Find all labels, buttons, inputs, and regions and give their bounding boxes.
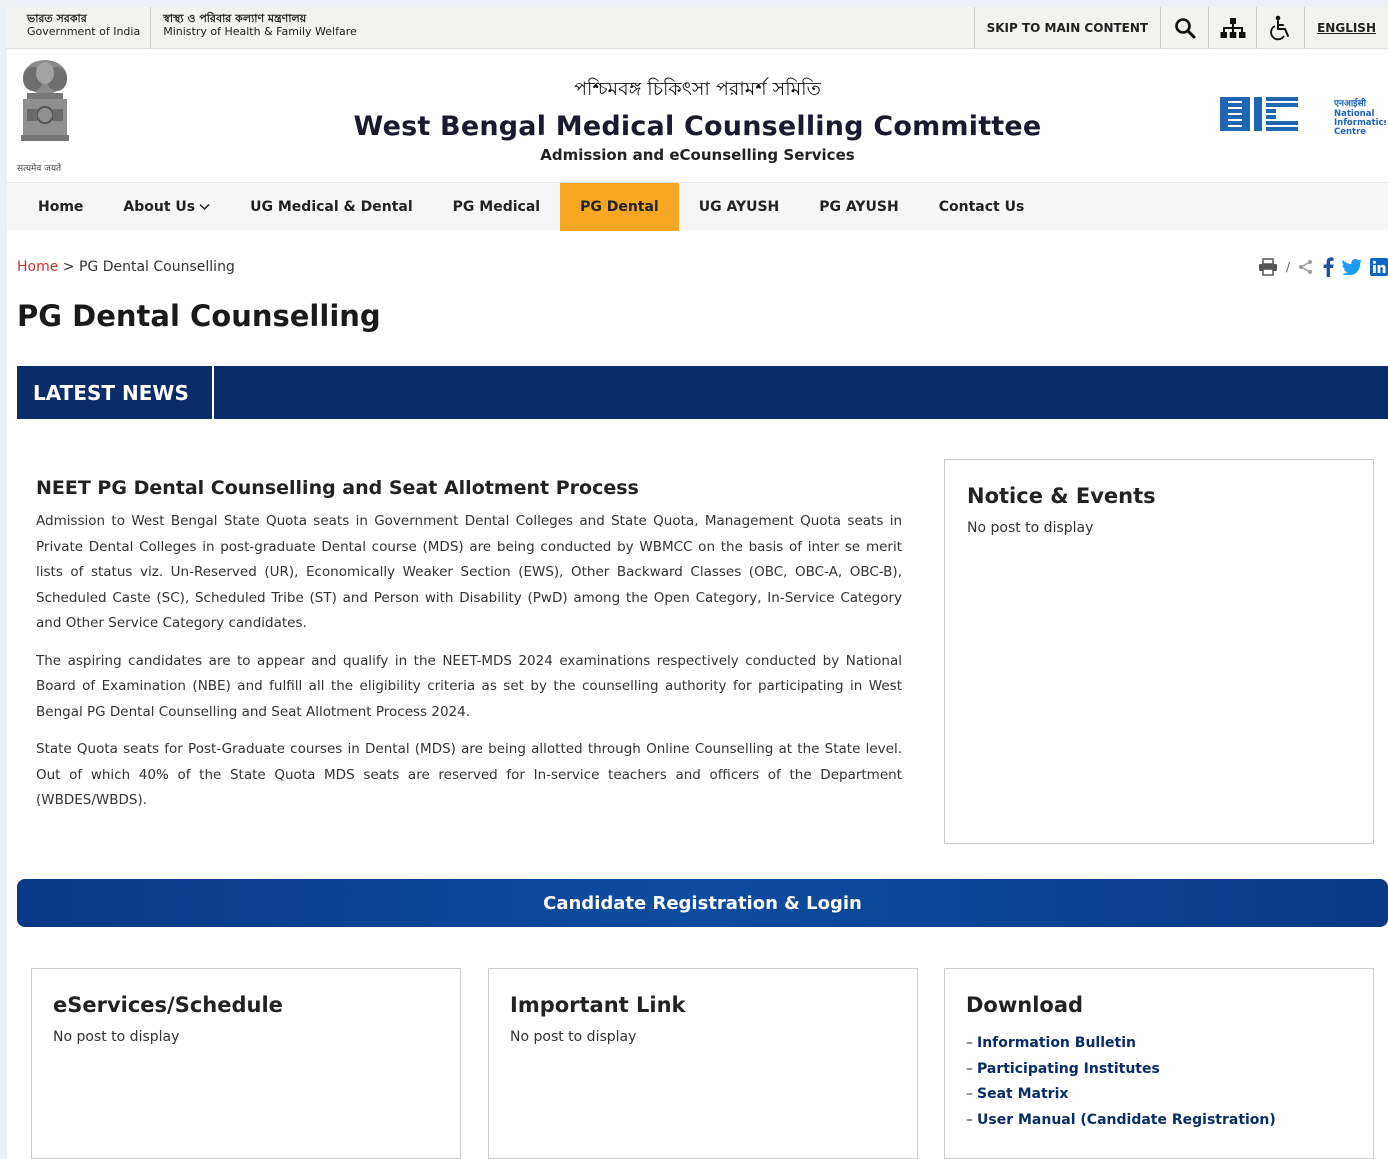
breadcrumb-home[interactable]: Home <box>17 259 58 275</box>
ministry-bn: স্বাস্থ্য ও পরিবার কল্যাণ মন্ত্রণালয় <box>163 12 307 25</box>
chevron-down-icon <box>199 203 210 211</box>
gov-of-india[interactable]: ভারত সরকার Government of India <box>7 7 150 49</box>
search-icon <box>1174 18 1196 39</box>
article-paragraph: Admission to West Bengal State Quota sea… <box>36 513 902 631</box>
eservices-card: eServices/Schedule No post to display <box>31 968 461 1159</box>
download-list: – Information Bulletin – Participating Ins… <box>966 1031 1352 1133</box>
download-link: Seat Matrix <box>977 1086 1069 1102</box>
download-link: Information Bulletin <box>977 1035 1136 1051</box>
breadcrumb: Home > PG Dental Counselling <box>17 259 235 275</box>
download-item-user-manual[interactable]: – User Manual (Candidate Registration) <box>966 1108 1352 1134</box>
candidate-registration-button[interactable]: Candidate Registration & Login <box>17 879 1388 927</box>
site-subtitle: Admission and eCounselling Services <box>540 146 855 164</box>
share-tools: / <box>1258 257 1388 277</box>
nav-pg-ayush[interactable]: PG AYUSH <box>799 183 918 231</box>
eservices-empty: No post to display <box>53 1029 180 1045</box>
eservices-title: eServices/Schedule <box>53 993 283 1017</box>
download-title: Download <box>966 993 1084 1017</box>
nic-centre: Centre <box>1334 127 1366 137</box>
list-dash: – <box>966 1086 973 1102</box>
article-heading: NEET PG Dental Counselling and Seat Allo… <box>36 477 639 499</box>
important-link-empty: No post to display <box>510 1029 637 1045</box>
print-separator: / <box>1285 260 1290 274</box>
nic-logo[interactable]: एनआईसी National Informatics Centre <box>1216 89 1388 139</box>
gov-bar: ভারত সরকার Government of India স্বাস্থ্য… <box>7 7 1388 49</box>
ministry-en: Ministry of Health & Family Welfare <box>163 25 357 38</box>
notice-events-title: Notice & Events <box>967 484 1156 508</box>
important-link-title: Important Link <box>510 993 686 1017</box>
nav-contact-us[interactable]: Contact Us <box>919 183 1045 231</box>
download-link: User Manual (Candidate Registration) <box>977 1111 1276 1128</box>
notice-events-empty: No post to display <box>967 520 1094 536</box>
accessibility-icon <box>1269 15 1289 41</box>
site-title[interactable]: West Bengal Medical Counselling Committe… <box>7 111 1388 142</box>
article-paragraph: State Quota seats for Post-Graduate cour… <box>36 741 902 808</box>
nav-pg-medical[interactable]: PG Medical <box>433 183 560 231</box>
important-link-card: Important Link No post to display <box>488 968 918 1159</box>
download-item-information-bulletin[interactable]: – Information Bulletin <box>966 1031 1352 1057</box>
ministry[interactable]: স্বাস্থ্য ও পরিবার কল্যাণ মন্ত্রণালয় Mi… <box>150 7 367 49</box>
download-item-seat-matrix[interactable]: – Seat Matrix <box>966 1082 1352 1108</box>
download-card: Download – Information Bulletin – Particip… <box>944 968 1374 1159</box>
nav-ug-ayush[interactable]: UG AYUSH <box>679 183 800 231</box>
breadcrumb-current: PG Dental Counselling <box>78 259 235 275</box>
sitemap-icon <box>1220 18 1246 38</box>
article-paragraph: The aspiring candidates are to appear an… <box>36 652 902 720</box>
nav-ug-medical-dental[interactable]: UG Medical & Dental <box>230 183 433 231</box>
search-button[interactable] <box>1160 7 1208 49</box>
notice-events-box: Notice & Events No post to display <box>944 459 1374 844</box>
nav-home[interactable]: Home <box>7 183 103 231</box>
site-title-bengali: পশ্চিমবঙ্গ চিকিৎসা পরামর্শ সমিতি <box>574 78 821 100</box>
twitter-icon[interactable] <box>1342 259 1362 275</box>
gov-bn: ভারত সরকার <box>27 12 87 25</box>
main-nav: Home About Us UG Medical & Dental PG Med… <box>7 182 1388 231</box>
list-dash: – <box>966 1111 973 1128</box>
nic-logo-icon: एनआईसी National Informatics Centre <box>1220 97 1388 137</box>
gov-tools: SKIP TO MAIN CONTENT ENGLISH <box>973 7 1388 49</box>
download-item-participating-institutes[interactable]: – Participating Institutes <box>966 1057 1352 1083</box>
latest-news-label: LATEST NEWS <box>17 366 214 419</box>
nav-pg-dental[interactable]: PG Dental <box>560 183 679 231</box>
list-dash: – <box>966 1060 973 1077</box>
title-block: পশ্চিমবঙ্গ চিকিৎসা পরামর্শ সমিতি West Be… <box>7 75 1388 164</box>
skip-to-main-link[interactable]: SKIP TO MAIN CONTENT <box>973 7 1161 49</box>
gov-identity: ভারত সরকার Government of India স্বাস্থ্য… <box>7 7 367 49</box>
facebook-icon[interactable] <box>1322 257 1334 277</box>
linkedin-icon[interactable] <box>1370 258 1388 276</box>
nav-about-us-label: About Us <box>123 199 196 215</box>
nic-hindi: एनआईसी <box>1333 97 1367 109</box>
accessibility-button[interactable] <box>1256 7 1304 49</box>
share-icon[interactable] <box>1298 259 1314 275</box>
sitemap-button[interactable] <box>1208 7 1256 49</box>
download-link: Participating Institutes <box>977 1060 1160 1077</box>
gov-en: Government of India <box>27 25 141 38</box>
language-link[interactable]: ENGLISH <box>1304 7 1388 49</box>
article: NEET PG Dental Counselling and Seat Allo… <box>36 477 902 826</box>
breadcrumb-separator: > <box>62 259 75 275</box>
page-title: PG Dental Counselling <box>17 299 381 333</box>
nav-about-us[interactable]: About Us <box>103 183 230 231</box>
latest-news-bar: LATEST NEWS <box>17 366 1388 419</box>
print-icon[interactable] <box>1258 258 1278 276</box>
list-dash: – <box>966 1035 973 1051</box>
page: ভারত সরকার Government of India স্বাস্থ্য… <box>7 7 1388 1159</box>
site-header: सत्यमेव जयते পশ্চিমবঙ্গ চিকিৎসা পরামর্শ … <box>7 49 1388 182</box>
